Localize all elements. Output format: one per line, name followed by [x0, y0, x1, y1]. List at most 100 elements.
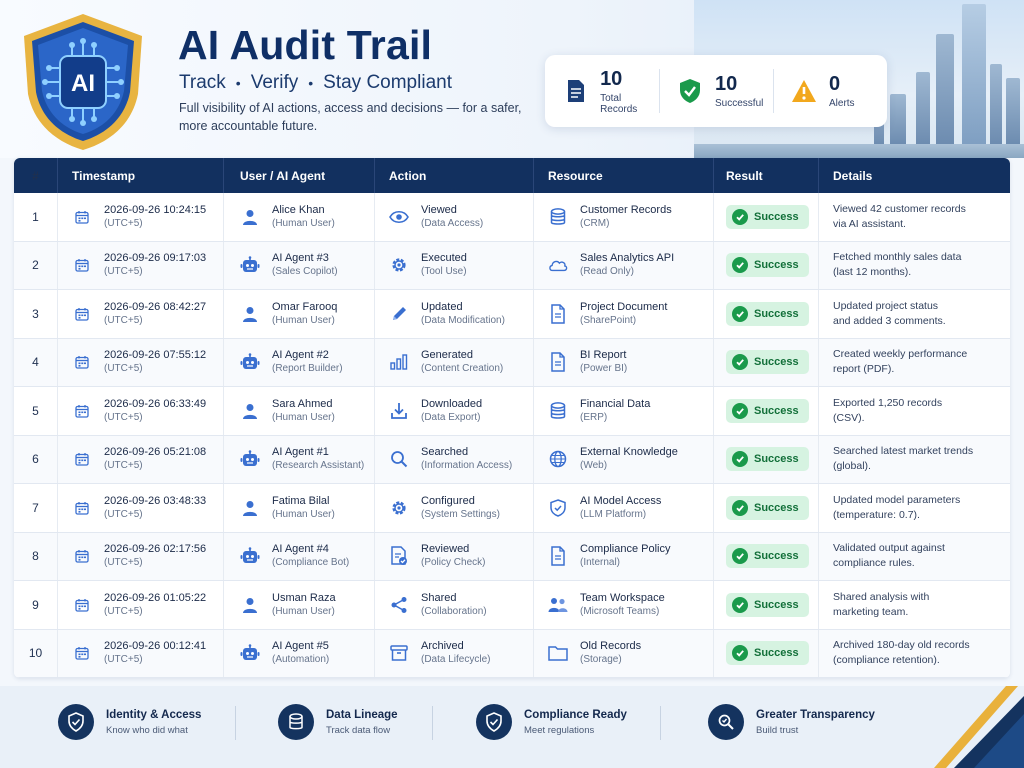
feature-compliance-ready: Compliance Ready Meet regulations	[476, 704, 627, 740]
shield-check-icon	[58, 704, 94, 740]
user-cell: Alice Khan (Human User)	[224, 193, 375, 241]
result-cell: Success	[714, 241, 819, 289]
timestamp: 2026-09-26 06:33:49	[104, 397, 207, 410]
timezone: (UTC+5)	[104, 217, 143, 229]
details-line: Fetched monthly sales data	[833, 251, 962, 264]
feature-subtitle: Know who did what	[106, 724, 188, 736]
column-header-details[interactable]: Details	[819, 158, 1010, 193]
robot-icon	[240, 643, 260, 663]
resource-cell: Team Workspace (Microsoft Teams)	[534, 581, 714, 629]
timezone: (UTC+5)	[104, 314, 143, 326]
column-header-timestamp[interactable]: Timestamp	[58, 158, 224, 193]
details-line: (CSV).	[833, 411, 865, 424]
file-icon	[548, 352, 568, 372]
table-row[interactable]: 10 2026-09-26 00:12:41 (UTC+5) AI Agent #5(…	[14, 629, 1010, 678]
download-icon	[389, 401, 409, 421]
calendar-icon	[72, 498, 92, 518]
table-header: # Timestamp User / AI Agent Action Resou…	[14, 158, 1010, 193]
table-row[interactable]: 1 2026-09-26 10:24:15 (UTC+5) Alice Khan (Hu…	[14, 193, 1010, 242]
timezone: (UTC+5)	[104, 605, 143, 617]
details-cell: Searched latest market trends (global).	[819, 436, 1010, 484]
details-line: (compliance retention).	[833, 654, 940, 667]
robot-icon	[240, 255, 260, 275]
table-row[interactable]: 9 2026-09-26 01:05:22 (UTC+5) Usman Raza (Hu…	[14, 581, 1010, 630]
details-line: Updated model parameters	[833, 493, 961, 506]
column-header-number[interactable]: #	[14, 158, 58, 193]
person-icon	[240, 498, 260, 518]
status-label: Success	[754, 598, 799, 611]
table-row[interactable]: 7 2026-09-26 03:48:33 (UTC+5) Fatima Bilal(…	[14, 484, 1010, 533]
row-number: 5	[14, 387, 58, 435]
resource-source: (Microsoft Teams)	[580, 605, 660, 617]
timestamp-cell: 2026-09-26 05:21:08 (UTC+5)	[58, 435, 224, 483]
tagline: Track • Verify • Stay Compliant	[179, 72, 452, 94]
divider	[235, 706, 236, 740]
action-name: Generated	[421, 349, 473, 362]
status-badge: Success	[726, 544, 809, 569]
feature-title: Compliance Ready	[524, 708, 627, 721]
result-cell: Success	[714, 387, 819, 435]
table-row[interactable]: 3 2026-09-26 08:42:27 (UTC+5) Omar Farooq (H…	[14, 290, 1010, 339]
resource-name: Sales Analytics API	[580, 252, 675, 265]
row-number: 4	[14, 338, 58, 386]
timezone: (UTC+5)	[104, 557, 143, 569]
stat-label: Total Records	[600, 92, 638, 115]
calendar-icon	[72, 546, 92, 566]
stats-card: 10 Total Records 10 Successful 0 Alerts	[545, 55, 887, 127]
table-row[interactable]: 4 2026-09-26 07:55:12 (UTC+5) AI Agent #2 (R…	[14, 338, 1010, 387]
details-cell: Updated model parameters (temperature: 0.…	[819, 484, 1010, 532]
action-type: (Content Creation)	[421, 363, 504, 375]
timestamp: 2026-09-26 02:17:56	[104, 543, 207, 556]
action-cell: Searched (Information Access)	[375, 435, 534, 483]
calendar-icon	[72, 449, 92, 469]
user-cell: AI Agent #2 (Report Builder)	[224, 338, 375, 386]
feature-subtitle: Track data flow	[326, 724, 391, 736]
resource-name: Financial Data	[580, 397, 651, 410]
table-row[interactable]: 5 2026-09-26 06:33:49 (UTC+5) Sara Ahmed (Hu…	[14, 387, 1010, 436]
details-cell: Created weekly performance report (PDF).	[819, 339, 1010, 387]
action-name: Reviewed	[421, 543, 470, 556]
audit-table: # Timestamp User / AI Agent Action Resou…	[14, 158, 1010, 678]
feature-title: Identity & Access	[106, 708, 202, 721]
user-cell: AI Agent #1 (Research Assistant)	[224, 435, 375, 483]
action-cell: Executed (Tool Use)	[375, 241, 534, 289]
header: AI AI Audit Trail Track • Verify • Stay …	[0, 0, 1024, 158]
details-line: Searched latest market trends	[833, 445, 974, 458]
table-row[interactable]: 8 2026-09-26 02:17:56 (UTC+5) AI Agent #4 (C…	[14, 532, 1010, 581]
column-header-user[interactable]: User / AI Agent	[224, 158, 375, 193]
table-row[interactable]: 6 2026-09-26 05:21:08 (UTC+5) AI Agent #1 (R…	[14, 435, 1010, 484]
feature-title: Data Lineage	[326, 708, 398, 721]
action-name: Downloaded	[421, 397, 483, 410]
column-header-action[interactable]: Action	[375, 158, 534, 193]
status-label: Success	[754, 307, 799, 320]
action-type: (Collaboration)	[421, 605, 487, 617]
robot-icon	[240, 449, 260, 469]
user-type: (Human User)	[272, 508, 335, 520]
search-icon	[708, 704, 744, 740]
action-type: (Data Lifecycle)	[421, 654, 491, 666]
details-line: (global).	[833, 460, 871, 473]
check-icon	[732, 305, 748, 322]
row-number: 3	[14, 290, 58, 338]
action-cell: Generated (Content Creation)	[375, 338, 534, 386]
status-label: Success	[754, 259, 799, 272]
resource-cell: Financial Data (ERP)	[534, 387, 714, 435]
user-cell: Usman Raza (Human User)	[224, 581, 375, 629]
column-header-resource[interactable]: Resource	[534, 158, 714, 193]
timezone: (UTC+5)	[104, 460, 143, 472]
column-header-result[interactable]: Result	[714, 158, 819, 193]
calendar-icon	[72, 255, 92, 275]
feature-title: Greater Transparency	[756, 708, 875, 721]
details-line: report (PDF).	[833, 363, 895, 376]
resource-name: Customer Records	[580, 203, 672, 216]
details-cell: Exported 1,250 records (CSV).	[819, 387, 1010, 435]
user-cell: AI Agent #5 (Automation)	[224, 629, 375, 677]
page-title: AI Audit Trail	[178, 22, 433, 68]
user-name: Fatima Bilal	[272, 494, 330, 507]
status-label: Success	[754, 453, 799, 466]
user-name: AI Agent #5	[272, 640, 329, 653]
share-icon	[389, 595, 409, 615]
table-row[interactable]: 2 2026-09-26 09:17:03 (UTC+5) AI Agent #3 (S…	[14, 241, 1010, 290]
resource-cell: Customer Records (CRM)	[534, 193, 714, 241]
row-number: 6	[14, 435, 58, 483]
